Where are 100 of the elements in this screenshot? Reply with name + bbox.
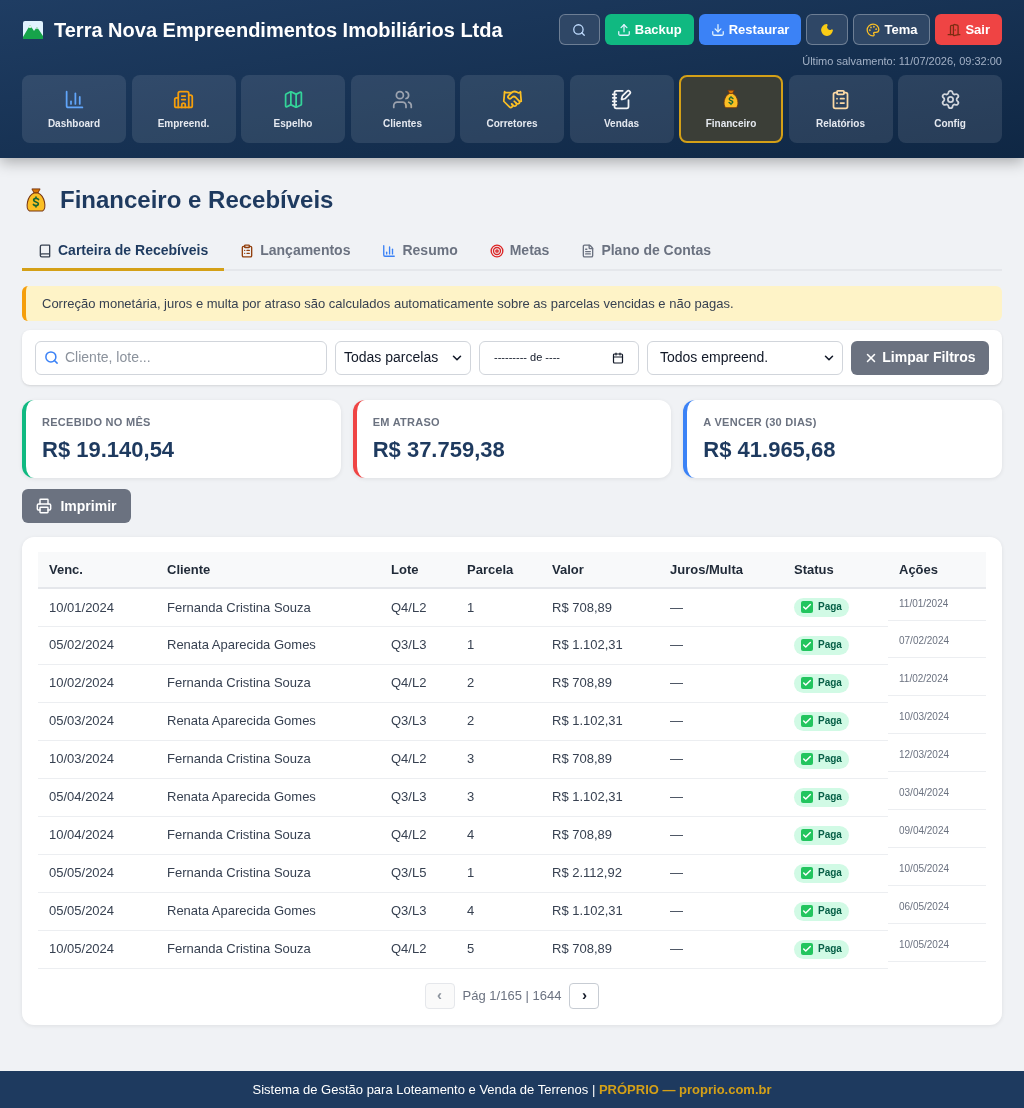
building-icon — [173, 88, 194, 110]
mountain-icon — [22, 18, 44, 41]
table-cell: Q4/L2 — [380, 588, 456, 626]
table-cell: — — [659, 740, 783, 778]
table-cell: — — [659, 816, 783, 854]
summary-value: R$ 37.759,38 — [372, 437, 506, 463]
tab[interactable]: Plano de Contas — [565, 233, 728, 271]
table-cell: 1 — [456, 626, 541, 664]
search-button[interactable] — [558, 14, 600, 45]
page-info: Pág 1/165 | 1644 — [462, 986, 562, 1005]
page-button[interactable]: › — [569, 982, 600, 1009]
table-cell: 2 — [456, 702, 541, 740]
table-cell: 1 — [456, 854, 541, 892]
table-cell: Q4/L2 — [380, 816, 456, 854]
table-cell: 10/02/2024 — [38, 664, 156, 702]
table-cell: 4 — [456, 892, 541, 930]
column-header: Valor — [541, 552, 659, 588]
status-text: Paga — [818, 677, 842, 689]
table-cell: 5 — [456, 930, 541, 968]
summary-label: RECEBIDO NO MÊS — [42, 416, 152, 429]
printer-icon — [36, 498, 53, 514]
check-icon — [801, 753, 813, 765]
table-cell: R$ 1.102,31 — [541, 626, 659, 664]
table-cell: Fernanda Cristina Souza — [156, 664, 380, 702]
nav-tab[interactable]: Relatórios — [788, 75, 893, 143]
nav-tab[interactable]: Clientes — [350, 75, 455, 143]
table-cell: R$ 708,89 — [541, 740, 659, 778]
column-header: Cliente — [156, 552, 380, 588]
table-cell: 03/04/2024 — [888, 778, 986, 810]
status-text: Paga — [818, 639, 842, 651]
nav-tab[interactable]: Vendas — [569, 75, 674, 143]
print-button[interactable]: Imprimir — [22, 489, 131, 523]
nav-tab[interactable]: Config — [898, 75, 1002, 143]
status-text: Paga — [818, 829, 842, 841]
theme-button[interactable]: Tema — [853, 14, 931, 45]
table-cell: 05/04/2024 — [38, 778, 156, 816]
check-icon — [801, 639, 813, 651]
nav-tab[interactable]: Corretores — [460, 75, 564, 143]
table-cell: R$ 1.102,31 — [541, 702, 659, 740]
table-cell: 12/03/2024 — [888, 740, 986, 772]
check-icon — [801, 829, 813, 841]
table-cell: Q3/L3 — [380, 892, 456, 930]
search-icon — [572, 22, 587, 37]
table-cell: — — [659, 892, 783, 930]
status-text: Paga — [818, 753, 842, 765]
column-header: Parcela — [456, 552, 541, 588]
table-cell: Q4/L2 — [380, 664, 456, 702]
table-cell: 07/02/2024 — [888, 626, 986, 658]
logout-button[interactable]: Sair — [935, 14, 1002, 45]
clear-filters-button[interactable]: Limpar Filtros — [851, 340, 989, 375]
table-cell: Fernanda Cristina Souza — [156, 854, 380, 892]
development-select[interactable]: Todos empreend. — [647, 340, 843, 375]
tab[interactable]: Resumo — [366, 233, 474, 271]
column-header: Juros/Multa — [659, 552, 783, 588]
table-cell: 05/03/2024 — [38, 702, 156, 740]
table-cell: 10/04/2024 — [38, 816, 156, 854]
tab[interactable]: Carteira de Recebíveis — [22, 233, 225, 271]
table-cell: Renata Aparecida Gomes — [156, 778, 380, 816]
clipboard-icon — [830, 88, 851, 110]
palette-icon — [866, 22, 881, 37]
table-cell: R$ 1.102,31 — [541, 892, 659, 930]
dark-mode-button[interactable] — [806, 14, 849, 45]
status-text: Paga — [818, 943, 842, 955]
footer-text: Sistema de Gestão para Loteamento e Venda de Terrenos | PRÓPRIO — proprio.com.br — [252, 1080, 772, 1099]
check-icon — [801, 943, 813, 955]
check-icon — [801, 715, 813, 727]
nav-tab[interactable]: Dashboard — [22, 75, 126, 143]
column-header: Ações — [888, 552, 986, 588]
tab[interactable]: Metas — [473, 233, 566, 271]
table-cell: 4 — [456, 816, 541, 854]
summary-value: R$ 19.140,54 — [42, 437, 176, 463]
alert-text: Correção monetária, juros e multa por atraso são calculados automaticamente sobre as parcelas vencidas e não pagas. — [42, 294, 734, 313]
notebook-pen-icon — [611, 88, 632, 110]
restore-button[interactable]: Restaurar — [698, 14, 802, 45]
table-cell: Q3/L3 — [380, 626, 456, 664]
summary-value: R$ 41.965,68 — [703, 437, 837, 463]
clipboard-icon — [240, 243, 255, 258]
moon-icon — [820, 22, 835, 37]
check-icon — [801, 791, 813, 803]
check-icon — [801, 601, 813, 614]
app-title: Terra Nova Empreendimentos Imobiliários Ltda — [54, 17, 503, 43]
chart-icon — [382, 243, 397, 258]
status-text: Paga — [818, 601, 842, 614]
table-cell: 10/05/2024 — [38, 930, 156, 968]
money-bag-icon — [720, 88, 742, 110]
table-cell: Renata Aparecida Gomes — [156, 626, 380, 664]
people-icon — [392, 88, 413, 110]
table-cell: — — [659, 588, 783, 626]
tab[interactable]: Lançamentos — [224, 233, 367, 271]
month-field[interactable]: --------- de ---- — [479, 340, 639, 375]
installment-select[interactable]: Todas parcelas — [335, 340, 471, 375]
nav-tab[interactable]: Financeiro — [679, 75, 783, 143]
table-cell: — — [659, 854, 783, 892]
table-cell: Q3/L3 — [380, 702, 456, 740]
column-header: Status — [783, 552, 888, 588]
table-cell: Q3/L5 — [380, 854, 456, 892]
nav-tab[interactable]: Empreend. — [131, 75, 236, 143]
table-cell: 10/03/2024 — [38, 740, 156, 778]
column-header: Lote — [380, 552, 456, 588]
nav-tab[interactable]: Espelho — [241, 75, 345, 143]
